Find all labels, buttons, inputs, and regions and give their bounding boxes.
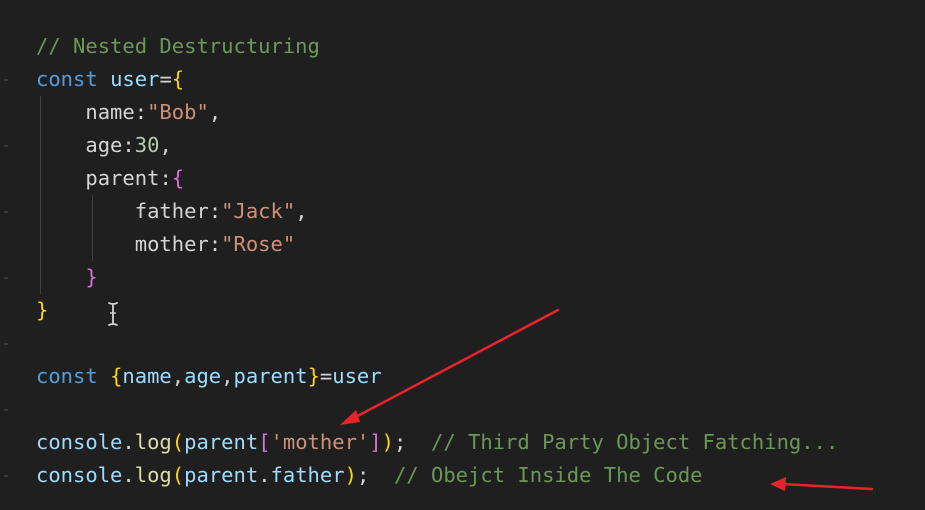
code-token: { <box>171 166 185 190</box>
code-token: = <box>319 364 333 388</box>
code-token: ; <box>356 463 370 487</box>
editor-gutter <box>0 0 14 510</box>
code-token: , <box>159 133 172 157</box>
code-line[interactable]: } <box>36 294 48 327</box>
code-line[interactable]: const {name,age,parent}=user <box>36 360 382 393</box>
code-line[interactable]: const user={ <box>36 63 184 96</box>
code-line[interactable]: age:30, <box>36 129 172 162</box>
code-token: father <box>270 463 345 487</box>
code-token: user <box>332 364 382 388</box>
code-token: "Bob" <box>147 100 209 124</box>
code-token: age <box>184 364 222 388</box>
code-line[interactable]: name:"Bob", <box>36 96 221 129</box>
gutter-mark <box>4 343 8 345</box>
code-token: : <box>122 133 135 157</box>
gutter-mark <box>4 277 8 279</box>
code-token: ) <box>344 463 357 487</box>
code-token: father <box>134 199 209 223</box>
code-token: user <box>110 67 160 91</box>
code-token: // Nested Destructuring <box>36 34 320 58</box>
gutter-mark <box>4 145 8 147</box>
code-token: log <box>134 430 172 454</box>
code-token: age <box>85 133 123 157</box>
code-token: parent <box>233 364 308 388</box>
code-token: // Obejct Inside The Code <box>393 463 703 487</box>
red-arrow-icon <box>770 477 874 491</box>
code-token: console <box>36 430 123 454</box>
code-token: mother <box>134 232 209 256</box>
code-token: = <box>159 67 172 91</box>
code-line[interactable]: father:"Jack", <box>36 195 308 228</box>
code-token: const <box>36 364 98 388</box>
code-token: log <box>134 463 172 487</box>
code-token: parent <box>184 430 259 454</box>
code-line[interactable]: } <box>36 261 98 294</box>
code-token: } <box>307 364 320 388</box>
code-line[interactable]: console.log(parent['mother']); // Third … <box>36 426 838 459</box>
gutter-mark <box>4 409 8 411</box>
code-token: [ <box>258 430 271 454</box>
text-cursor-icon <box>108 302 118 326</box>
code-token: const <box>36 67 98 91</box>
code-token: } <box>36 298 49 322</box>
code-token: , <box>221 364 234 388</box>
code-line[interactable]: console.log(parent.father); // Obejct In… <box>36 459 703 492</box>
code-token: ( <box>171 430 185 454</box>
code-token: ( <box>171 463 185 487</box>
code-line[interactable]: parent:{ <box>36 162 184 195</box>
code-token: name <box>122 364 172 388</box>
code-token: // Third Party Object Fatching... <box>431 430 839 454</box>
code-token: ; <box>393 430 407 454</box>
code-token: . <box>122 463 135 487</box>
gutter-mark <box>4 79 8 81</box>
code-token: "Rose" <box>221 232 296 256</box>
code-editor[interactable]: // Nested Destructuring const user={ name… <box>0 0 925 510</box>
code-token: 30 <box>134 133 160 157</box>
code-token: } <box>85 265 98 289</box>
code-token: parent <box>184 463 259 487</box>
code-token: , <box>171 364 185 388</box>
gutter-mark <box>4 211 8 213</box>
code-token: { <box>171 67 185 91</box>
code-token: 'mother' <box>270 430 370 454</box>
code-token: name <box>85 100 135 124</box>
code-token: : <box>208 199 222 223</box>
code-token: : <box>159 166 172 190</box>
code-token: { <box>110 364 123 388</box>
code-token: . <box>122 430 135 454</box>
code-token: console <box>36 463 123 487</box>
code-line[interactable]: mother:"Rose" <box>36 228 295 261</box>
code-token: ] <box>369 430 382 454</box>
code-token: : <box>208 232 222 256</box>
code-token: : <box>134 100 148 124</box>
code-token: , <box>208 100 222 124</box>
code-token: ) <box>381 430 394 454</box>
code-token: . <box>258 463 271 487</box>
code-token: "Jack" <box>221 199 296 223</box>
code-token: , <box>295 199 308 223</box>
gutter-mark <box>4 475 8 477</box>
code-token: parent <box>85 166 160 190</box>
code-line[interactable]: // Nested Destructuring <box>36 30 320 63</box>
